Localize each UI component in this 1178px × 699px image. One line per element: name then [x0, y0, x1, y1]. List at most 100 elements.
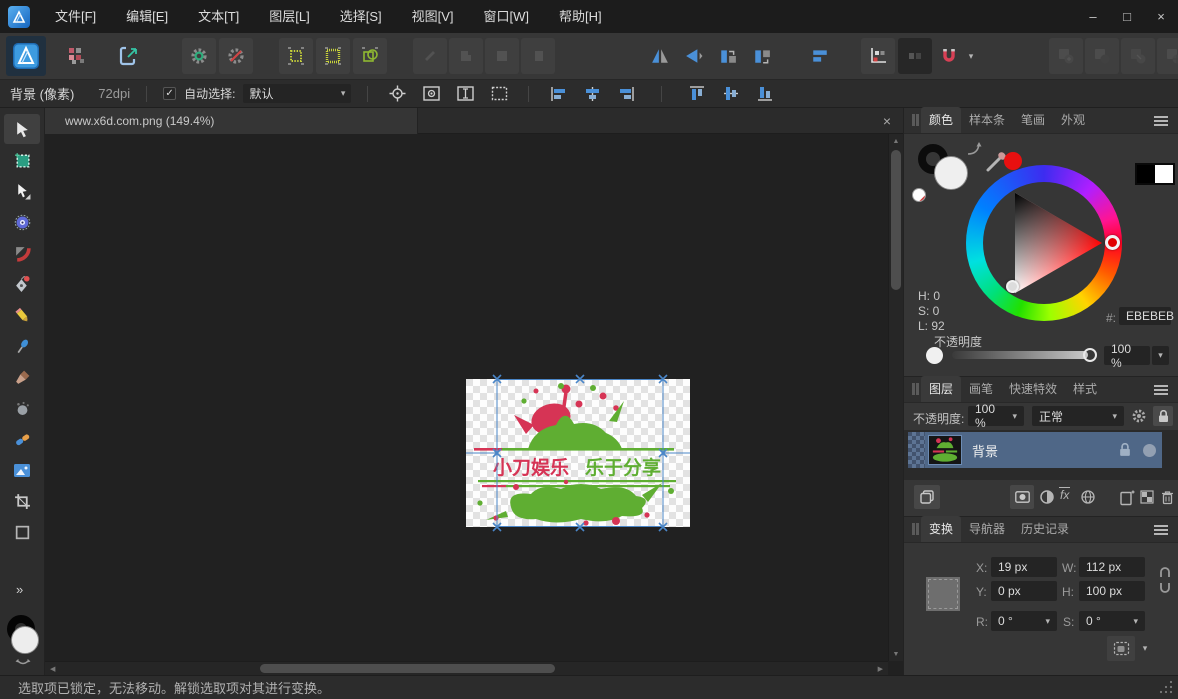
crop-tool[interactable]: [4, 486, 40, 516]
align-bottom-button[interactable]: [752, 83, 778, 105]
tab-transform[interactable]: 变换: [921, 516, 961, 542]
layer-drag-grip[interactable]: [908, 432, 925, 468]
canvas-viewport[interactable]: 小刀娱乐 乐于分享: [45, 134, 888, 661]
rotate-ccw-button[interactable]: [711, 38, 745, 74]
magnet-button[interactable]: [935, 38, 963, 74]
pixel-persona-button[interactable]: [60, 38, 94, 74]
snap-toggle-button[interactable]: [898, 38, 932, 74]
opacity-dropdown-chevron[interactable]: ▾: [1152, 346, 1169, 365]
horizontal-scroll-thumb[interactable]: [260, 664, 555, 673]
scroll-right-icon[interactable]: ▶: [878, 665, 883, 673]
tab-navigator[interactable]: 导航器: [961, 516, 1013, 542]
tab-close-icon[interactable]: ×: [877, 108, 897, 134]
alignment-button[interactable]: [803, 38, 837, 74]
selection-shapes-button[interactable]: [353, 38, 387, 74]
link-dimensions-icon[interactable]: [1159, 567, 1171, 593]
selection-dots-button[interactable]: [279, 38, 313, 74]
hex-input[interactable]: EBEBEB: [1119, 307, 1171, 325]
layer-visibility-toggle[interactable]: [1136, 444, 1162, 457]
new-layer-button[interactable]: [1117, 486, 1137, 508]
scroll-up-icon[interactable]: ▲: [889, 134, 903, 145]
menu-help[interactable]: 帮助[H]: [544, 0, 617, 33]
panel-menu-icon[interactable]: [1154, 389, 1168, 391]
opacity-min-knob[interactable]: [926, 347, 943, 364]
knife-tool[interactable]: [4, 362, 40, 392]
disabled-edit-button-2[interactable]: [449, 38, 483, 74]
tab-brushes[interactable]: 画笔: [961, 376, 1001, 402]
tools-overflow-chevron[interactable]: »: [16, 582, 23, 597]
w-input[interactable]: 112 px: [1079, 557, 1145, 577]
pencil-tool[interactable]: [4, 300, 40, 330]
menu-layer[interactable]: 图层[L]: [254, 0, 324, 33]
disabled-edit-button-3[interactable]: [485, 38, 519, 74]
disabled-edit-button-1[interactable]: [413, 38, 447, 74]
blend-mode-dropdown[interactable]: 正常▾: [1032, 406, 1124, 426]
hide-selection-marquee-button[interactable]: [486, 83, 512, 105]
panel-grip[interactable]: [912, 383, 915, 395]
vertical-scroll-thumb[interactable]: [891, 150, 901, 290]
autoselect-checkbox[interactable]: ✓: [163, 87, 176, 100]
resize-grip[interactable]: [1159, 680, 1173, 694]
boolean-intersect-button[interactable]: [1121, 38, 1155, 74]
autoselect-dropdown[interactable]: 默认 ▾: [243, 84, 351, 103]
export-persona-button[interactable]: [112, 38, 146, 74]
flip-vertical-button[interactable]: [677, 38, 711, 74]
flip-horizontal-button[interactable]: [643, 38, 677, 74]
menu-window[interactable]: 窗口[W]: [469, 0, 545, 33]
move-tool[interactable]: [4, 114, 40, 144]
selection-dots-dense-button[interactable]: [316, 38, 350, 74]
new-pixel-layer-button[interactable]: [1138, 487, 1156, 507]
layers-opacity-dropdown[interactable]: 100 %▾: [968, 406, 1024, 426]
magnet-options-chevron[interactable]: ▾: [963, 38, 979, 74]
mesh-warp-button[interactable]: [1078, 487, 1098, 507]
primary-color-swatch[interactable]: [934, 156, 968, 190]
panel-menu-icon[interactable]: [1154, 529, 1168, 531]
node-tool[interactable]: [4, 176, 40, 206]
y-input[interactable]: 0 px: [991, 581, 1057, 601]
rectangle-tool[interactable]: [4, 517, 40, 547]
place-image-tool[interactable]: [4, 455, 40, 485]
tab-stroke[interactable]: 笔画: [1013, 107, 1053, 133]
fill-tool[interactable]: [4, 393, 40, 423]
rotate-cw-button[interactable]: [745, 38, 779, 74]
menu-file[interactable]: 文件[F]: [40, 0, 111, 33]
pen-tool[interactable]: [4, 269, 40, 299]
selection-handles[interactable]: [493, 375, 667, 531]
menu-select[interactable]: 选择[S]: [325, 0, 397, 33]
grayscale-toggle-swatch[interactable]: [1135, 163, 1175, 185]
document-canvas[interactable]: 小刀娱乐 乐于分享: [466, 379, 690, 527]
swap-color-arrow-icon[interactable]: [966, 142, 982, 156]
boolean-divide-button[interactable]: [1157, 38, 1178, 74]
snapping-grid-button[interactable]: [861, 38, 895, 74]
panel-grip[interactable]: [912, 114, 915, 126]
opacity-slider-handle[interactable]: [1083, 348, 1097, 362]
vertical-scrollbar[interactable]: ▲ ▼: [888, 134, 903, 661]
show-selection-button[interactable]: [418, 83, 444, 105]
transform-origin-button[interactable]: [452, 83, 478, 105]
layer-fx-button[interactable]: fx: [1059, 487, 1070, 503]
align-middle-v-button[interactable]: [718, 83, 744, 105]
hue-wheel[interactable]: [966, 165, 1122, 321]
opacity-value-field[interactable]: 100 %: [1104, 346, 1150, 365]
tab-swatches[interactable]: 样本条: [961, 107, 1013, 133]
vector-brush-tool[interactable]: [4, 331, 40, 361]
transform-options-chevron[interactable]: ▾: [1137, 636, 1153, 661]
menu-edit[interactable]: 编辑[E]: [111, 0, 183, 33]
fill-color-swatch[interactable]: [11, 626, 39, 654]
designer-persona-button[interactable]: [6, 36, 46, 76]
group-layers-button[interactable]: [914, 485, 940, 509]
boolean-add-button[interactable]: [1049, 38, 1083, 74]
triangle-selector[interactable]: [1006, 280, 1019, 293]
panel-grip[interactable]: [912, 523, 915, 535]
settings-gear-green-button[interactable]: [182, 38, 216, 74]
layer-row-background[interactable]: 背景: [908, 432, 1162, 468]
layer-thumbnail[interactable]: [928, 435, 962, 465]
boolean-subtract-button[interactable]: [1085, 38, 1119, 74]
tab-color[interactable]: 颜色: [921, 107, 961, 133]
marquee-select-tool[interactable]: [4, 145, 40, 175]
scroll-left-icon[interactable]: ◀: [50, 665, 55, 673]
panel-menu-icon[interactable]: [1154, 120, 1168, 122]
menu-text[interactable]: 文本[T]: [183, 0, 254, 33]
minimize-button[interactable]: –: [1076, 0, 1110, 33]
cycle-selection-box-button[interactable]: [384, 83, 410, 105]
